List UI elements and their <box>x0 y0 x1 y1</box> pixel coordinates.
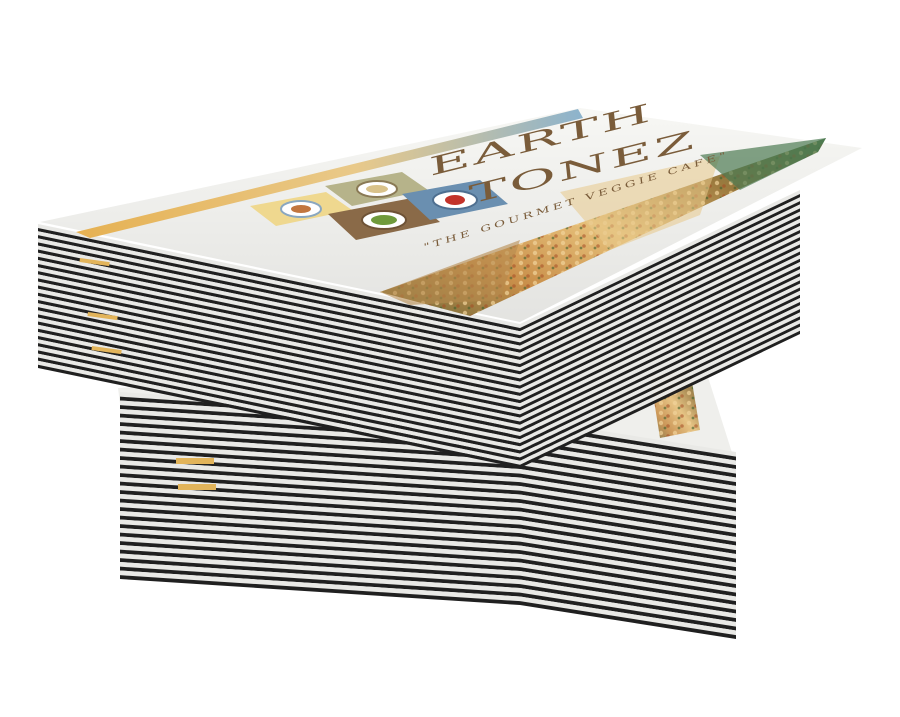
gold-edge-mark <box>178 484 216 490</box>
card-stack-illustration: EARTH TONEZ "THE GOURMET VEGGIE CAFE" <box>38 97 862 639</box>
gold-edge-mark <box>176 458 214 464</box>
business-card-stack-scene: EARTH TONEZ "THE GOURMET VEGGIE CAFE" <box>0 0 900 713</box>
